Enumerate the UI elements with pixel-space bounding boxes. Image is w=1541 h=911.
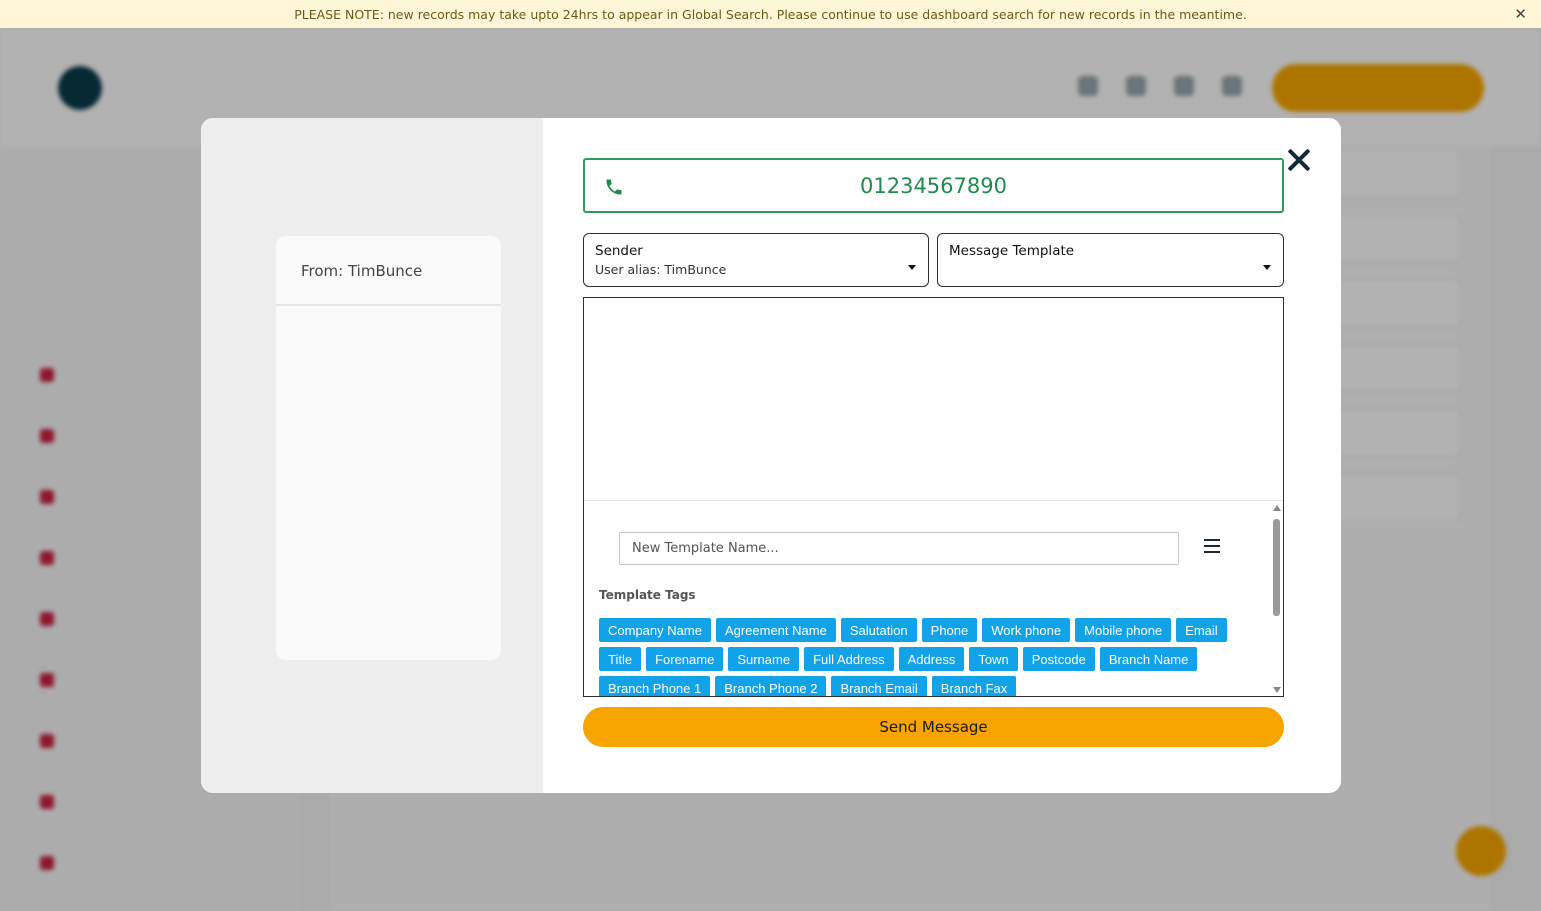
new-template-name-input[interactable] <box>619 532 1179 565</box>
scroll-up-icon[interactable] <box>1273 505 1281 511</box>
template-tag[interactable]: Title <box>599 647 642 671</box>
template-tag[interactable]: Agreement Name <box>715 618 836 642</box>
template-tag[interactable]: Branch Phone 2 <box>715 676 827 696</box>
message-preview-card: From: TimBunce <box>276 236 501 660</box>
hamburger-menu-icon[interactable] <box>1204 539 1220 553</box>
template-tag[interactable]: Postcode <box>1022 647 1095 671</box>
send-sms-modal: From: TimBunce 01234567890 Sender User a… <box>201 118 1341 793</box>
template-tag[interactable]: Surname <box>728 647 800 671</box>
scrollbar-thumb[interactable] <box>1273 519 1280 616</box>
sender-select[interactable]: Sender User alias: TimBunce <box>583 233 929 287</box>
template-tags: Company Name Agreement Name Salutation P… <box>599 618 1239 696</box>
message-template-label: Message Template <box>949 243 1075 259</box>
template-tags-title: Template Tags <box>599 588 696 602</box>
template-scrollbar[interactable] <box>1270 503 1283 696</box>
message-editor: Template Tags Company Name Agreement Nam… <box>583 297 1284 697</box>
message-textarea[interactable] <box>584 298 1283 501</box>
message-preview-panel: From: TimBunce <box>201 118 543 793</box>
preview-from: From: TimBunce <box>276 236 501 306</box>
template-tag[interactable]: Work phone <box>982 618 1071 642</box>
close-icon[interactable] <box>1284 145 1314 175</box>
caret-down-icon <box>908 265 916 270</box>
template-tag[interactable]: Company Name <box>599 618 711 642</box>
template-tag[interactable]: Branch Name <box>1099 647 1198 671</box>
notice-bar: PLEASE NOTE: new records may take upto 2… <box>0 0 1541 28</box>
scroll-down-icon[interactable] <box>1273 687 1281 693</box>
template-panel: Template Tags Company Name Agreement Nam… <box>584 502 1269 696</box>
caret-down-icon <box>1263 265 1271 270</box>
notice-text: PLEASE NOTE: new records may take upto 2… <box>294 6 1247 22</box>
template-tag[interactable]: Mobile phone <box>1075 618 1172 642</box>
sender-value: User alias: TimBunce <box>595 262 727 277</box>
template-tag[interactable]: Full Address <box>804 647 894 671</box>
template-tag[interactable]: Salutation <box>840 618 917 642</box>
template-tag[interactable]: Forename <box>646 647 724 671</box>
template-tag[interactable]: Branch Email <box>831 676 927 696</box>
sender-label: Sender <box>595 243 643 259</box>
template-tag[interactable]: Branch Fax <box>931 676 1017 696</box>
template-tag[interactable]: Email <box>1176 618 1227 642</box>
template-tag[interactable]: Address <box>898 647 965 671</box>
phone-number: 01234567890 <box>860 173 1007 198</box>
close-icon[interactable]: ✕ <box>1514 5 1527 23</box>
template-tag[interactable]: Town <box>969 647 1018 671</box>
message-template-select[interactable]: Message Template <box>937 233 1284 287</box>
send-message-button[interactable]: Send Message <box>583 707 1284 747</box>
template-tag[interactable]: Branch Phone 1 <box>599 676 711 696</box>
phone-number-field: 01234567890 <box>583 158 1284 213</box>
phone-icon <box>606 179 622 195</box>
template-tag[interactable]: Phone <box>921 618 978 642</box>
